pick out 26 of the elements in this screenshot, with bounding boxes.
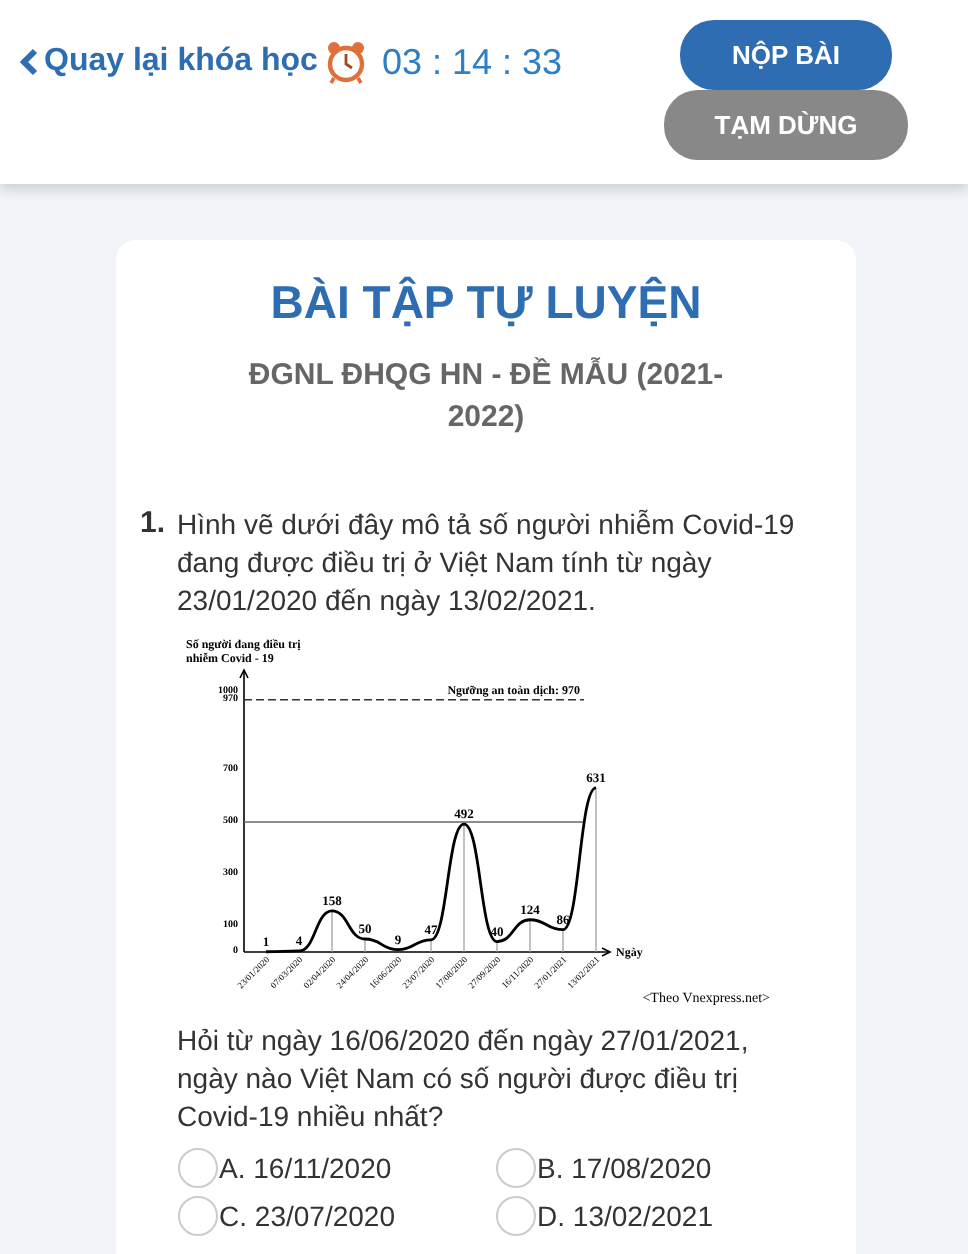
answer-option[interactable]: D. 13/02/2021 bbox=[495, 1196, 814, 1236]
chevron-left-icon bbox=[20, 48, 38, 76]
exercise-title: BÀI TẬP TỰ LUYỆN bbox=[268, 276, 704, 330]
question-prompt: Hỏi từ ngày 16/06/2020 đến ngày 27/01/2021, ngày nào Việt Nam có số người được điều trị Covid-19 nhiều nhất? bbox=[177, 1022, 751, 1136]
drop-line bbox=[495, 941, 497, 953]
answer-option[interactable]: C. 23/07/2020 bbox=[177, 1196, 496, 1236]
submit-button[interactable]: NỘP BÀI bbox=[680, 20, 892, 90]
drop-line bbox=[528, 919, 530, 953]
countdown-timer: 03 : 14 : 33 bbox=[381, 41, 563, 83]
drop-line bbox=[462, 823, 464, 953]
answer-option[interactable]: B. 17/08/2020 bbox=[495, 1148, 814, 1188]
drop-line bbox=[429, 939, 431, 953]
drop-line bbox=[330, 910, 332, 953]
answer-option[interactable]: A. 16/11/2020 bbox=[177, 1148, 496, 1188]
radio-button[interactable] bbox=[177, 1196, 218, 1236]
radio-button[interactable] bbox=[495, 1148, 536, 1188]
drop-line bbox=[561, 929, 563, 953]
radio-button[interactable] bbox=[177, 1148, 218, 1188]
exercise-subtitle: ĐGNL ĐHQG HN - ĐỀ MẪU (2021-2022) bbox=[246, 355, 726, 438]
alarm-clock-icon bbox=[325, 40, 366, 84]
question-number: 1. bbox=[140, 506, 166, 544]
pause-button[interactable]: TẠM DỪNG bbox=[664, 90, 908, 160]
drop-line bbox=[363, 938, 365, 953]
question-text: Hình vẽ dưới đây mô tả số người nhiễm Covid-19 đang được điều trị ở Việt Nam tính từ ngày 23/01/2020 đến ngày 13/02/2021. bbox=[177, 506, 797, 620]
radio-button[interactable] bbox=[495, 1196, 536, 1236]
back-link[interactable]: Quay lại khóa học bbox=[20, 44, 318, 80]
